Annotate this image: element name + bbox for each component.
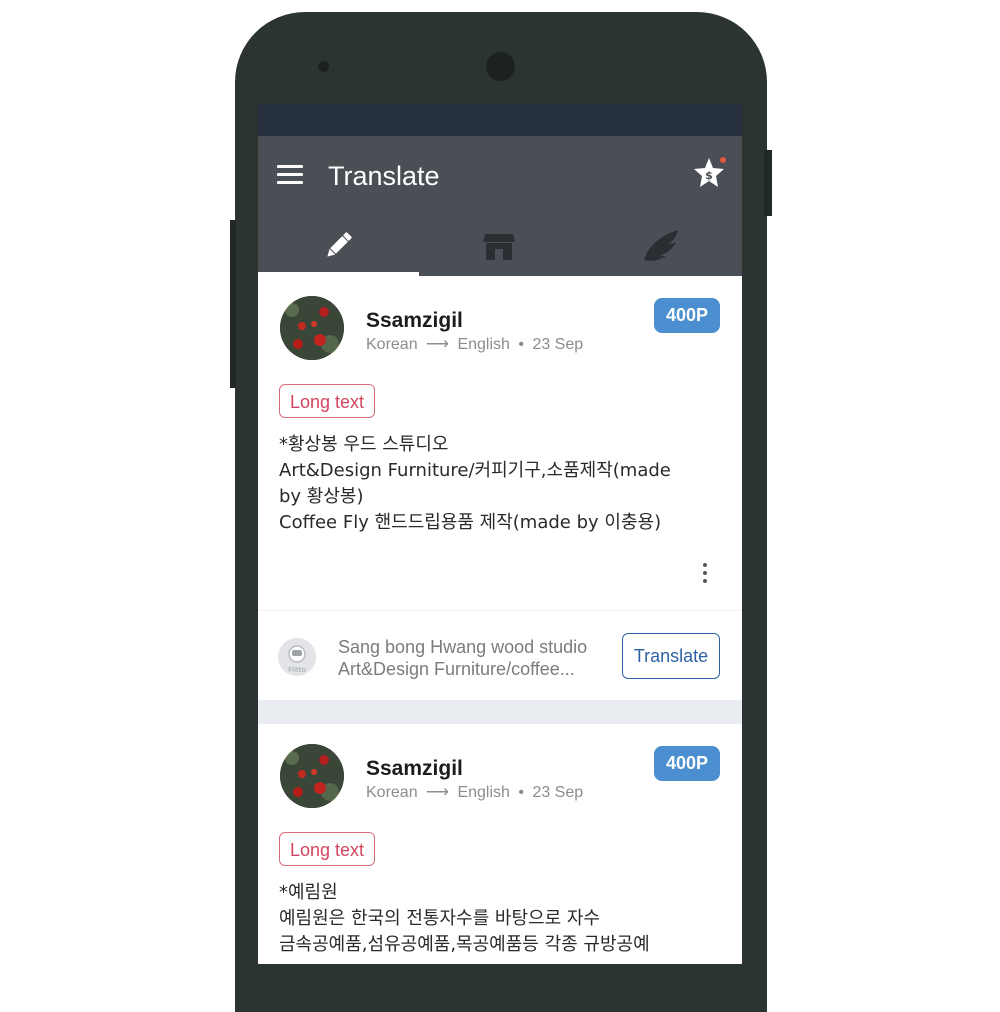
source-language: Korean xyxy=(366,336,418,353)
tab-wing[interactable] xyxy=(580,220,741,276)
points-badge: 400P xyxy=(654,298,720,333)
star-dollar-icon: $ xyxy=(694,157,726,187)
translator-avatar-image: Flitto xyxy=(278,638,316,676)
more-vertical-icon-dot xyxy=(703,579,707,583)
more-vertical-icon-dot xyxy=(703,571,707,575)
source-language: Korean xyxy=(366,784,418,801)
target-language: English xyxy=(457,336,510,353)
tab-store[interactable] xyxy=(419,220,580,276)
translate-button[interactable]: Translate xyxy=(622,633,720,679)
avatar[interactable] xyxy=(280,296,344,360)
menu-button[interactable] xyxy=(276,162,304,190)
front-camera xyxy=(486,52,515,81)
post-date: 23 Sep xyxy=(532,784,584,801)
language-info: Korean ⟶ English • 23 Sep xyxy=(366,782,583,804)
arrow-right-icon: ⟶ xyxy=(426,336,449,353)
target-language: English xyxy=(457,784,510,801)
status-bar xyxy=(258,104,742,136)
user-name[interactable]: Ssamzigil xyxy=(366,756,463,782)
translation-preview-line: Art&Design Furniture/coffee... xyxy=(338,659,575,679)
post-line: Art&Design Furniture/커피기구,소품제작(made xyxy=(279,460,671,481)
screen: Translate $ Ssamzigil Korean ⟶ English •… xyxy=(258,104,742,964)
hamburger-menu-icon-bar xyxy=(277,173,303,176)
post-line: *예림원 xyxy=(279,882,338,903)
avatar[interactable] xyxy=(280,744,344,808)
feed: Ssamzigil Korean ⟶ English • 23 Sep 400P… xyxy=(258,276,742,964)
wing-icon xyxy=(644,230,678,261)
tab-bar xyxy=(258,220,742,276)
reward-button[interactable]: $ xyxy=(692,154,732,194)
post-line: by 황상봉) xyxy=(279,486,364,507)
translation-preview-line: Sang bong Hwang wood studio xyxy=(338,637,588,657)
text-length-tag: Long text xyxy=(279,384,376,418)
arrow-right-icon: ⟶ xyxy=(426,784,449,801)
svg-text:Flitto: Flitto xyxy=(288,666,306,674)
post-card[interactable]: Ssamzigil Korean ⟶ English • 23 Sep 400P… xyxy=(258,724,742,964)
text-length-tag: Long text xyxy=(279,832,376,866)
separator-dot: • xyxy=(518,336,524,353)
divider xyxy=(258,610,742,611)
more-options-button[interactable] xyxy=(692,560,718,590)
post-body[interactable]: *예림원 예림원은 한국의 전통자수를 바탕으로 자수 금속공예품,섬유공예품,… xyxy=(279,880,729,958)
post-line: 예림원은 한국의 전통자수를 바탕으로 자수 xyxy=(279,908,600,929)
hamburger-menu-icon-bar xyxy=(277,181,303,184)
sensor xyxy=(318,61,329,72)
notification-dot xyxy=(720,157,726,163)
post-body[interactable]: *황상봉 우드 스튜디오 Art&Design Furniture/커피기구,소… xyxy=(279,432,729,536)
volume-button xyxy=(230,220,236,388)
page-title: Translate xyxy=(328,161,440,191)
post-date: 23 Sep xyxy=(532,336,584,353)
post-line: *황상봉 우드 스튜디오 xyxy=(279,434,449,455)
store-icon xyxy=(483,234,515,260)
hamburger-menu-icon xyxy=(277,165,303,168)
points-badge: 400P xyxy=(654,746,720,781)
tab-write[interactable] xyxy=(258,220,419,276)
post-line: 금속공예품,섬유공예품,목공예품등 각종 규방공예 xyxy=(279,934,650,955)
pencil-icon xyxy=(327,232,352,257)
svg-text:$: $ xyxy=(705,169,713,182)
avatar-image xyxy=(280,744,344,808)
translator-avatar[interactable]: Flitto xyxy=(278,638,316,676)
avatar-image xyxy=(280,296,344,360)
more-vertical-icon xyxy=(703,563,707,567)
separator-dot: • xyxy=(518,784,524,801)
post-line: Coffee Fly 핸드드립용품 제작(made by 이충용) xyxy=(279,512,662,533)
user-name[interactable]: Ssamzigil xyxy=(366,308,463,334)
post-card[interactable]: Ssamzigil Korean ⟶ English • 23 Sep 400P… xyxy=(258,276,742,700)
language-info: Korean ⟶ English • 23 Sep xyxy=(366,334,583,356)
app-bar: Translate $ xyxy=(258,136,742,276)
power-button xyxy=(764,150,772,216)
